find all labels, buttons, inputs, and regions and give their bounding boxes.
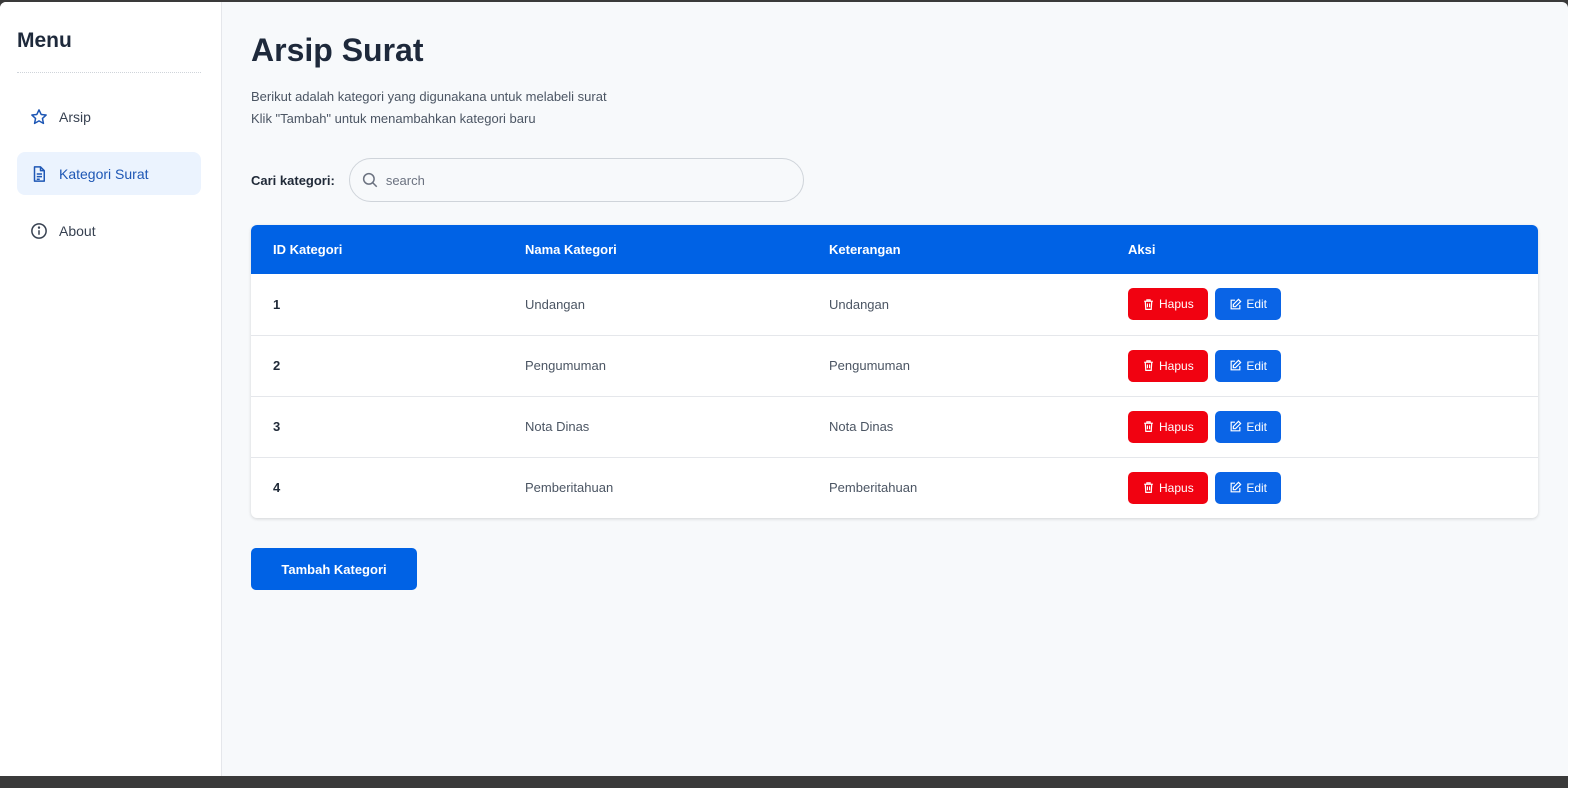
page-description: Berikut adalah kategori yang digunakana … <box>251 86 1539 130</box>
edit-icon <box>1230 481 1242 493</box>
edit-button[interactable]: Edit <box>1215 471 1281 504</box>
cell-note: Pemberitahuan <box>829 480 918 496</box>
delete-label: Hapus <box>1159 358 1194 373</box>
search-icon <box>361 171 386 189</box>
table-row: 3 Nota Dinas Nota Dinas Hapus Edit <box>251 396 1538 457</box>
trash-icon <box>1144 299 1153 310</box>
cell-note: Nota Dinas <box>829 419 894 434</box>
cell-name: Pengumuman <box>525 358 606 373</box>
description-line-1: Berikut adalah kategori yang digunakana … <box>251 89 607 104</box>
cell-actions: Hapus Edit <box>1106 335 1538 396</box>
document-icon <box>30 165 48 183</box>
sidebar-item-label: Arsip <box>59 108 91 125</box>
category-table: ID Kategori Nama Kategori Keterangan Aks… <box>251 225 1538 518</box>
sidebar-item-about[interactable]: About <box>17 209 201 252</box>
sidebar-item-arsip[interactable]: Arsip <box>17 95 201 138</box>
cell-name: Pemberitahuan <box>525 480 614 496</box>
cell-id: 4 <box>273 480 281 496</box>
sidebar-item-kategori-surat[interactable]: Kategori Surat <box>17 152 201 195</box>
sidebar-item-label: About <box>59 222 96 239</box>
edit-label: Edit <box>1246 358 1267 373</box>
delete-button[interactable]: Hapus <box>1128 288 1208 321</box>
cell-actions: Hapus Edit <box>1106 457 1538 518</box>
edit-button[interactable]: Edit <box>1215 410 1281 443</box>
delete-label: Hapus <box>1159 419 1194 434</box>
edit-label: Edit <box>1246 419 1267 434</box>
cell-note: Pengumuman <box>829 358 910 373</box>
search-row: Cari kategori: <box>251 158 1539 202</box>
trash-icon <box>1144 360 1153 371</box>
app-window: Menu Arsip Kategori Surat About Arsip Su… <box>0 2 1568 776</box>
description-line-2: Klik "Tambah" untuk menambahkan kategori… <box>251 111 536 126</box>
table-row: 1 Undangan Undangan Hapus Edit <box>251 274 1538 335</box>
cell-name: Nota Dinas <box>525 419 590 434</box>
edit-icon <box>1230 359 1242 371</box>
cell-note: Undangan <box>829 296 889 312</box>
header-note: Keterangan <box>829 242 901 257</box>
star-icon <box>30 108 48 126</box>
sidebar-nav: Arsip Kategori Surat About <box>17 95 201 252</box>
menu-title: Menu <box>17 2 201 73</box>
header-name: Nama Kategori <box>525 242 617 257</box>
delete-label: Hapus <box>1159 480 1194 495</box>
search-box[interactable] <box>348 158 804 202</box>
sidebar-item-label: Kategori Surat <box>59 165 149 182</box>
edit-label: Edit <box>1246 480 1267 495</box>
category-table-card: ID Kategori Nama Kategori Keterangan Aks… <box>251 225 1538 518</box>
sidebar: Menu Arsip Kategori Surat About <box>0 2 222 776</box>
header-id: ID Kategori <box>273 242 343 257</box>
window-edge <box>1568 0 1587 788</box>
add-category-button[interactable]: Tambah Kategori <box>251 548 417 590</box>
table-header-row: ID Kategori Nama Kategori Keterangan Aks… <box>251 225 1538 274</box>
edit-label: Edit <box>1246 297 1267 312</box>
trash-icon <box>1144 421 1153 432</box>
search-label: Cari kategori: <box>251 172 335 188</box>
main-content: Arsip Surat Berikut adalah kategori yang… <box>222 2 1568 776</box>
table-row: 4 Pemberitahuan Pemberitahuan Hapus Edit <box>251 457 1538 518</box>
trash-icon <box>1144 482 1153 494</box>
page-title: Arsip Surat <box>251 32 424 68</box>
edit-icon <box>1230 298 1242 310</box>
edit-icon <box>1230 420 1242 432</box>
cell-actions: Hapus Edit <box>1106 274 1538 335</box>
cell-id: 3 <box>273 419 281 434</box>
delete-button[interactable]: Hapus <box>1128 349 1208 382</box>
info-icon <box>30 222 48 240</box>
delete-button[interactable]: Hapus <box>1128 471 1208 504</box>
edit-button[interactable]: Edit <box>1215 288 1281 321</box>
cell-id: 1 <box>273 296 281 312</box>
search-input[interactable] <box>385 172 786 188</box>
cell-actions: Hapus Edit <box>1106 396 1538 457</box>
table-row: 2 Pengumuman Pengumuman Hapus Edit <box>251 335 1538 396</box>
delete-label: Hapus <box>1159 297 1194 312</box>
cell-name: Undangan <box>525 296 585 312</box>
cell-id: 2 <box>273 358 281 373</box>
delete-button[interactable]: Hapus <box>1128 410 1208 443</box>
edit-button[interactable]: Edit <box>1215 349 1281 382</box>
header-actions: Aksi <box>1128 242 1156 257</box>
